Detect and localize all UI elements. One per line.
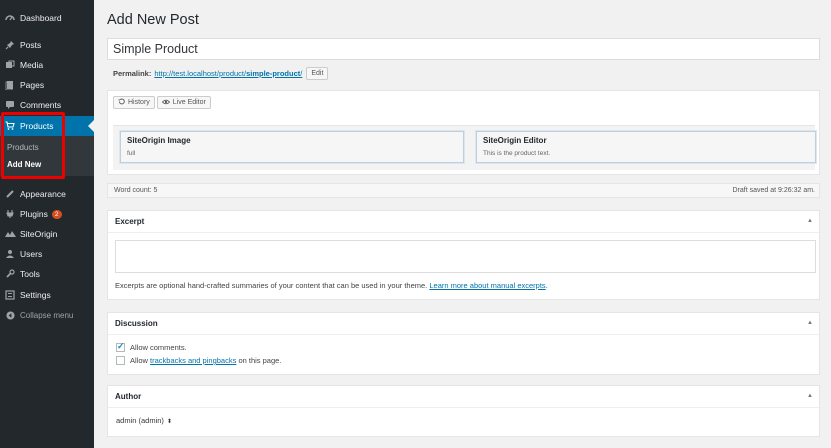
editor-status-bar: Word count: 5 Draft saved at 9:26:32 am.	[107, 183, 820, 198]
collapse-icon	[0, 310, 20, 320]
allow-pings-label-pre: Allow	[130, 356, 148, 365]
menu-label: Pages	[20, 80, 45, 90]
discussion-title: Discussion	[115, 319, 158, 328]
menu-label: Collapse menu	[20, 310, 74, 320]
widget-title: SiteOrigin Image	[127, 136, 191, 145]
dashboard-icon	[0, 13, 20, 23]
excerpt-title: Excerpt	[115, 217, 145, 226]
menu-label: Settings	[20, 290, 51, 300]
post-title-input[interactable]: Simple Product	[107, 38, 820, 60]
allow-comments-row: ✓ Allow comments.	[116, 341, 187, 352]
collapse-menu-button[interactable]: Collapse menu	[0, 305, 94, 325]
page-builder-editor: History Live Editor SiteOrigin Image ful…	[107, 90, 820, 175]
live-editor-button[interactable]: Live Editor	[156, 96, 211, 109]
live-editor-label: Live Editor	[172, 99, 206, 106]
widget-description: full	[127, 150, 136, 157]
checkmark-icon: ✓	[117, 341, 125, 351]
widget-title: SiteOrigin Editor	[483, 136, 547, 145]
permalink-url-tail: /	[300, 69, 303, 78]
widget-description: This is the product text.	[483, 150, 551, 157]
pin-icon	[0, 40, 20, 50]
author-select[interactable]: admin (admin) ⬍	[116, 416, 172, 425]
excerpt-help-body: Excerpts are optional hand-crafted summa…	[115, 281, 428, 290]
widget-siteorigin-image[interactable]: SiteOrigin Image full	[119, 130, 465, 164]
menu-label: Users	[20, 249, 43, 259]
admin-sidebar: Dashboard Posts Media Pages Comments Pro…	[0, 0, 94, 448]
permalink-url-base: http://test.localhost/product/	[154, 69, 247, 78]
brush-icon	[0, 189, 20, 199]
wrench-icon	[0, 269, 20, 279]
allow-pings-row: Allow trackbacks and pingbacks on this p…	[116, 356, 281, 365]
select-arrows-icon: ⬍	[167, 419, 173, 425]
collapse-toggle-icon[interactable]: ▲	[807, 320, 813, 326]
permalink-label: Permalink:	[113, 69, 152, 78]
menu-label: Posts	[20, 40, 42, 50]
collapse-toggle-icon[interactable]: ▲	[807, 393, 813, 399]
history-label: History	[128, 99, 150, 106]
menu-item-pages[interactable]: Pages	[0, 75, 94, 95]
permalink-link[interactable]: http://test.localhost/product/simple-pro…	[154, 69, 302, 78]
menu-item-siteorigin[interactable]: SiteOrigin	[0, 224, 94, 244]
menu-item-media[interactable]: Media	[0, 55, 94, 75]
author-header[interactable]: Author ▲	[108, 386, 819, 408]
menu-label: Appearance	[20, 189, 66, 199]
author-title: Author	[115, 392, 142, 401]
builder-row: SiteOrigin Image full SiteOrigin Editor …	[113, 125, 817, 170]
history-button[interactable]: History	[113, 96, 155, 109]
menu-label: Plugins	[20, 209, 48, 219]
menu-item-posts[interactable]: Posts	[0, 35, 94, 55]
editor-toolbar: History Live Editor	[113, 96, 211, 109]
excerpt-help-end: .	[545, 281, 548, 290]
menu-label: SiteOrigin	[20, 229, 58, 239]
word-count: Word count: 5	[114, 187, 158, 194]
author-selected-value: admin (admin)	[116, 416, 164, 425]
menu-item-appearance[interactable]: Appearance	[0, 184, 94, 204]
plug-icon	[0, 209, 20, 219]
excerpt-header[interactable]: Excerpt ▲	[108, 211, 819, 233]
permalink-row: Permalink: http://test.localhost/product…	[113, 67, 329, 80]
collapse-toggle-icon[interactable]: ▲	[807, 218, 813, 224]
edit-slug-button[interactable]: Edit	[306, 67, 329, 80]
permalink-slug: simple-product	[246, 69, 301, 78]
excerpt-help-text: Excerpts are optional hand-crafted summa…	[115, 281, 548, 290]
current-menu-arrow	[88, 120, 94, 132]
user-icon	[0, 249, 20, 259]
menu-label: Dashboard	[20, 13, 62, 23]
menu-item-plugins[interactable]: Plugins 2	[0, 204, 94, 224]
author-box: Author ▲ admin (admin) ⬍	[107, 385, 820, 437]
menu-item-tools[interactable]: Tools	[0, 264, 94, 284]
trackbacks-link[interactable]: trackbacks and pingbacks	[150, 356, 236, 365]
menu-label: Tools	[20, 269, 40, 279]
settings-icon	[0, 290, 20, 300]
allow-comments-label: Allow comments.	[130, 343, 187, 352]
widget-siteorigin-editor[interactable]: SiteOrigin Editor This is the product te…	[475, 130, 817, 164]
highlight-box	[1, 112, 65, 179]
page-title: Add New Post	[107, 12, 199, 28]
comment-icon	[0, 100, 20, 110]
menu-label: Media	[20, 60, 44, 70]
menu-item-settings[interactable]: Settings	[0, 285, 94, 305]
draft-saved-status: Draft saved at 9:26:32 am.	[732, 187, 816, 194]
media-icon	[0, 60, 20, 70]
menu-item-users[interactable]: Users	[0, 244, 94, 264]
page-icon	[0, 80, 20, 90]
update-count-badge: 2	[51, 209, 62, 219]
menu-label: Comments	[20, 100, 62, 110]
eye-icon	[161, 99, 170, 107]
discussion-header[interactable]: Discussion ▲	[108, 313, 819, 335]
siteorigin-icon	[0, 229, 20, 239]
allow-pings-label-post: on this page.	[238, 356, 282, 365]
history-icon	[118, 98, 125, 107]
discussion-box: Discussion ▲ ✓ Allow comments. Allow tra…	[107, 312, 820, 375]
excerpt-textarea[interactable]	[115, 240, 816, 273]
excerpt-box: Excerpt ▲ Excerpts are optional hand-cra…	[107, 210, 820, 300]
menu-item-dashboard[interactable]: Dashboard	[0, 8, 94, 28]
allow-pings-checkbox[interactable]	[116, 356, 125, 365]
excerpt-learn-more-link[interactable]: Learn more about manual excerpts	[429, 281, 545, 290]
allow-comments-checkbox[interactable]: ✓	[116, 341, 125, 352]
